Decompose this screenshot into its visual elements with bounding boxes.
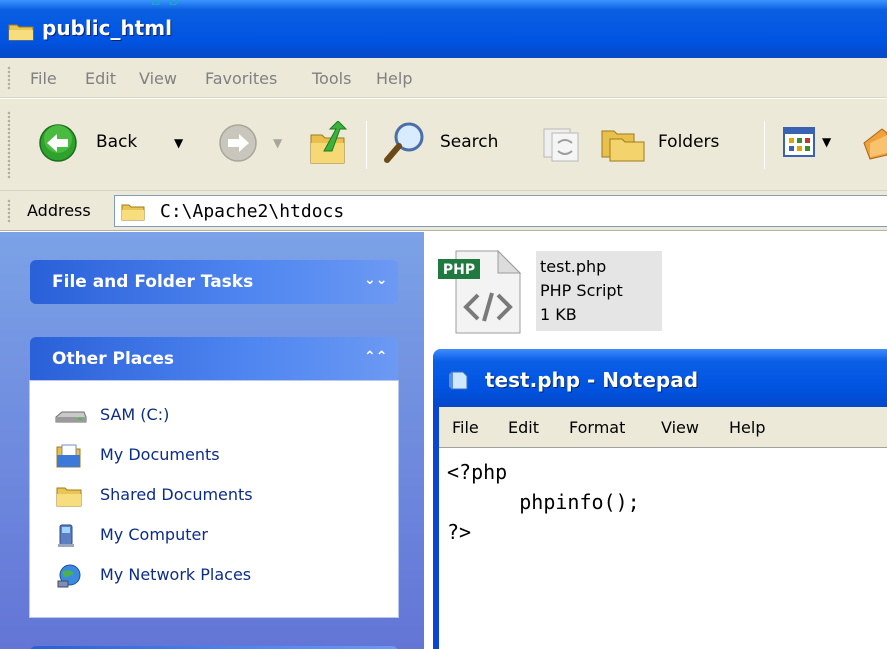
menu-file[interactable]: File <box>30 69 57 88</box>
back-label: Back <box>96 132 138 152</box>
notepad-title: test.php - Notepad <box>485 368 699 392</box>
place-label: Shared Documents <box>100 485 253 504</box>
other-places-title: Other Places <box>52 349 174 369</box>
expand-chevron-icon[interactable]: ⌄⌄ <box>364 270 387 290</box>
place-label: My Computer <box>100 525 208 544</box>
notepad-menu-bar: File Edit Format View Help <box>439 407 887 447</box>
search-label: Search <box>440 132 499 152</box>
notepad-menu-file[interactable]: File <box>452 418 479 437</box>
standard-toolbar: Back ▼ ▼ Search Folders ▼ <box>0 99 887 191</box>
toolbar-grip[interactable] <box>7 199 11 223</box>
views-dropdown-icon[interactable]: ▼ <box>822 135 831 149</box>
place-label: SAM (C:) <box>100 405 170 424</box>
collapse-chevron-icon[interactable]: ⌃⌃ <box>364 347 387 367</box>
forward-dropdown-icon[interactable]: ▼ <box>273 136 282 150</box>
file-name: test.php <box>540 257 607 276</box>
file-folder-tasks-header[interactable]: File and Folder Tasks ⌄⌄ <box>30 260 398 304</box>
computer-icon <box>58 524 74 547</box>
map-drive-icon[interactable] <box>862 123 887 163</box>
folders-button[interactable]: Folders <box>600 119 750 167</box>
place-item-my-computer[interactable]: My Computer <box>54 523 384 549</box>
code-line: <?php <box>447 460 508 484</box>
notepad-menu-edit[interactable]: Edit <box>508 418 539 437</box>
code-line: ?> <box>447 520 472 544</box>
history-icon[interactable] <box>540 123 584 163</box>
file-item-test-php[interactable]: PHP test.php PHP Script 1 KB <box>436 247 662 335</box>
code-line: phpinfo(); <box>447 490 640 514</box>
php-file-icon: PHP <box>438 249 522 334</box>
menu-tools[interactable]: Tools <box>312 69 351 88</box>
toolbar-grip[interactable] <box>7 111 11 179</box>
window-title: public_html <box>42 16 172 40</box>
address-value: C:\Apache2\htdocs <box>160 201 345 222</box>
file-type: PHP Script <box>540 281 623 300</box>
address-input[interactable]: C:\Apache2\htdocs <box>114 195 887 227</box>
address-label: Address <box>27 201 91 220</box>
menu-help[interactable]: Help <box>376 69 412 88</box>
search-button[interactable]: Search <box>384 119 524 167</box>
other-places-header[interactable]: Other Places ⌃⌃ <box>30 337 398 381</box>
drive-icon <box>55 411 87 423</box>
notepad-menu-format[interactable]: Format <box>569 418 625 437</box>
task-pane: File and Folder Tasks ⌄⌄ Other Places ⌃⌃… <box>0 232 424 649</box>
notepad-menu-help[interactable]: Help <box>729 418 765 437</box>
menu-favorites[interactable]: Favorites <box>205 69 277 88</box>
notepad-window: test.php - Notepad File Edit Format View… <box>433 349 887 649</box>
explorer-title-bar[interactable]: p p public_html <box>0 0 887 58</box>
back-button[interactable]: Back ▼ <box>38 119 186 167</box>
toolbar-separator <box>366 121 367 169</box>
up-folder-icon[interactable] <box>308 121 352 167</box>
other-places-panel: SAM (C:) My Documents Shared Documents M… <box>29 380 399 618</box>
place-item-shared-documents[interactable]: Shared Documents <box>54 483 384 509</box>
folders-icon <box>601 130 645 162</box>
file-folder-tasks-title: File and Folder Tasks <box>52 272 254 292</box>
search-icon <box>384 122 424 163</box>
php-badge: PHP <box>443 262 475 278</box>
place-label: My Network Places <box>100 565 252 584</box>
folder-icon <box>56 487 82 507</box>
network-places-icon <box>57 564 81 588</box>
back-arrow-icon <box>39 124 77 162</box>
my-documents-icon <box>56 444 81 468</box>
notepad-icon <box>449 371 468 390</box>
menu-edit[interactable]: Edit <box>85 69 116 88</box>
notepad-menu-view[interactable]: View <box>661 418 699 437</box>
back-dropdown-icon[interactable]: ▼ <box>174 136 183 150</box>
address-bar: Address C:\Apache2\htdocs <box>0 191 887 231</box>
file-details: test.php PHP Script 1 KB <box>536 251 662 331</box>
file-size: 1 KB <box>540 305 577 324</box>
menu-bar: File Edit View Favorites Tools Help <box>0 58 887 98</box>
forward-arrow-icon <box>219 124 257 162</box>
menu-view[interactable]: View <box>139 69 177 88</box>
views-icon <box>783 127 815 157</box>
folders-label: Folders <box>658 132 720 152</box>
notepad-text-area[interactable]: <?php phpinfo(); ?> <box>439 447 887 649</box>
forward-button[interactable]: ▼ <box>218 119 288 167</box>
notepad-title-bar[interactable]: test.php - Notepad <box>433 349 887 407</box>
cropped-heading-text: p p <box>150 0 179 5</box>
place-item-my-network-places[interactable]: My Network Places <box>54 563 384 589</box>
place-item-my-documents[interactable]: My Documents <box>54 443 384 469</box>
toolbar-separator <box>764 121 765 169</box>
folder-icon <box>8 24 34 41</box>
views-button[interactable]: ▼ <box>782 125 846 161</box>
toolbar-grip[interactable] <box>7 66 11 90</box>
place-item-sam-drive[interactable]: SAM (C:) <box>54 403 384 429</box>
folder-icon <box>121 204 145 221</box>
place-label: My Documents <box>100 445 220 464</box>
